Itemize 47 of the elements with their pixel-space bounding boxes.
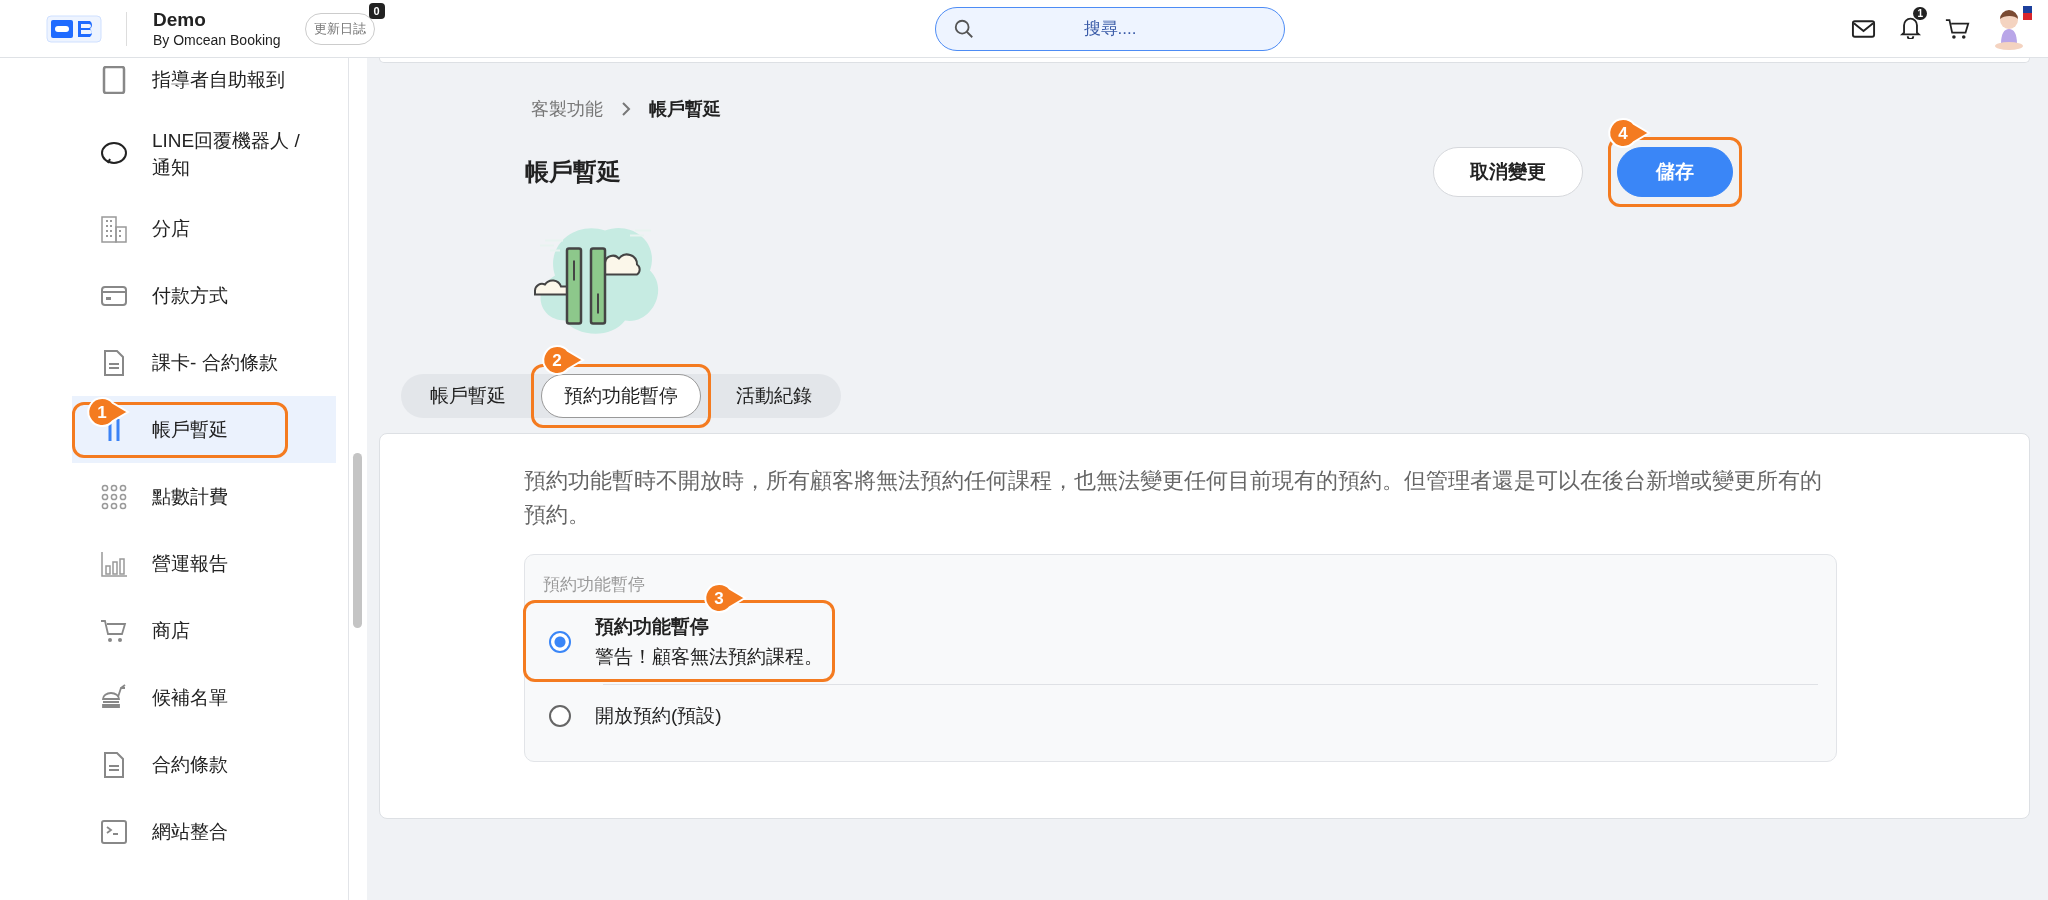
sidebar-item[interactable]: 營運報告: [72, 530, 336, 597]
option-label: 預約功能暫停: [595, 615, 710, 639]
sidebar-item[interactable]: 商店: [72, 597, 336, 664]
callout-badge: 4: [1607, 117, 1651, 149]
callout-badge: 3: [703, 582, 747, 614]
search-field[interactable]: 搜尋....: [935, 6, 1285, 51]
sidebar-item[interactable]: 分店: [72, 195, 336, 262]
sidebar-item-label: 指導者自助報到: [152, 68, 285, 92]
callout-badge: 2: [541, 344, 585, 376]
sidebar-item-label: 點數計費: [152, 485, 228, 509]
sidebar-item-label: 商店: [152, 619, 190, 643]
sidebar-item[interactable]: 帳戶暫延 1: [72, 396, 336, 463]
sidebar-item-label: 合約條款: [152, 753, 228, 777]
changelog-button[interactable]: 更新日誌: [304, 12, 375, 45]
sidebar-item[interactable]: 付款方式: [72, 262, 336, 329]
sidebar-item[interactable]: 合約條款: [72, 731, 336, 798]
tab[interactable]: 活動紀錄: [713, 374, 835, 418]
sidebar-item-label: 帳戶暫延: [152, 418, 228, 442]
radio-group-label: 預約功能暫停: [543, 574, 646, 596]
sidebar-item[interactable]: 課卡- 合約條款: [72, 329, 336, 396]
sidebar-item-label: 營運報告: [152, 552, 228, 576]
sidebar-item-label: 課卡- 合約條款: [152, 351, 278, 375]
cancel-button[interactable]: 取消變更: [1433, 147, 1583, 197]
notification-badge: 1: [1913, 6, 1927, 20]
tab[interactable]: 預約功能暫停: [541, 374, 701, 418]
sidebar-item-label: LINE回覆機器人 / 通知: [152, 129, 301, 180]
description-text: 預約功能暫時不開放時，所有顧客將無法預約任何課程，也無法變更任何目前現有的預約。但管理者還是可以在後台新增或變更所有的預約。: [524, 467, 1823, 529]
callout-badge: 1: [86, 395, 130, 428]
sidebar-item[interactable]: 指導者自助報到: [72, 58, 336, 113]
option-hint: 警告！顧客無法預約課程。: [595, 645, 823, 669]
sidebar-item[interactable]: LINE回覆機器人 / 通知: [72, 113, 336, 195]
option-label: 開放預約(預設): [595, 704, 722, 728]
breadcrumb-current: 帳戶暫延: [649, 98, 721, 121]
sidebar-item[interactable]: 網站整合: [72, 798, 336, 865]
sidebar-item[interactable]: 候補名單: [72, 664, 336, 731]
sidebar-item-label: 網站整合: [152, 820, 228, 844]
count-badge: 0: [368, 2, 385, 19]
page-title: 帳戶暫延: [525, 157, 621, 187]
sidebar-item-label: 付款方式: [152, 284, 228, 308]
sidebar-item-label: 分店: [152, 217, 190, 241]
tab[interactable]: 帳戶暫延: [407, 374, 529, 418]
app-subtitle: By Omcean Booking: [153, 30, 281, 49]
sidebar-item[interactable]: 點數計費: [72, 463, 336, 530]
sidebar-item-label: 候補名單: [152, 686, 228, 710]
app-name: Demo: [153, 8, 207, 31]
save-button[interactable]: 儲存: [1617, 147, 1733, 197]
breadcrumb-link[interactable]: 客製功能: [531, 97, 603, 121]
